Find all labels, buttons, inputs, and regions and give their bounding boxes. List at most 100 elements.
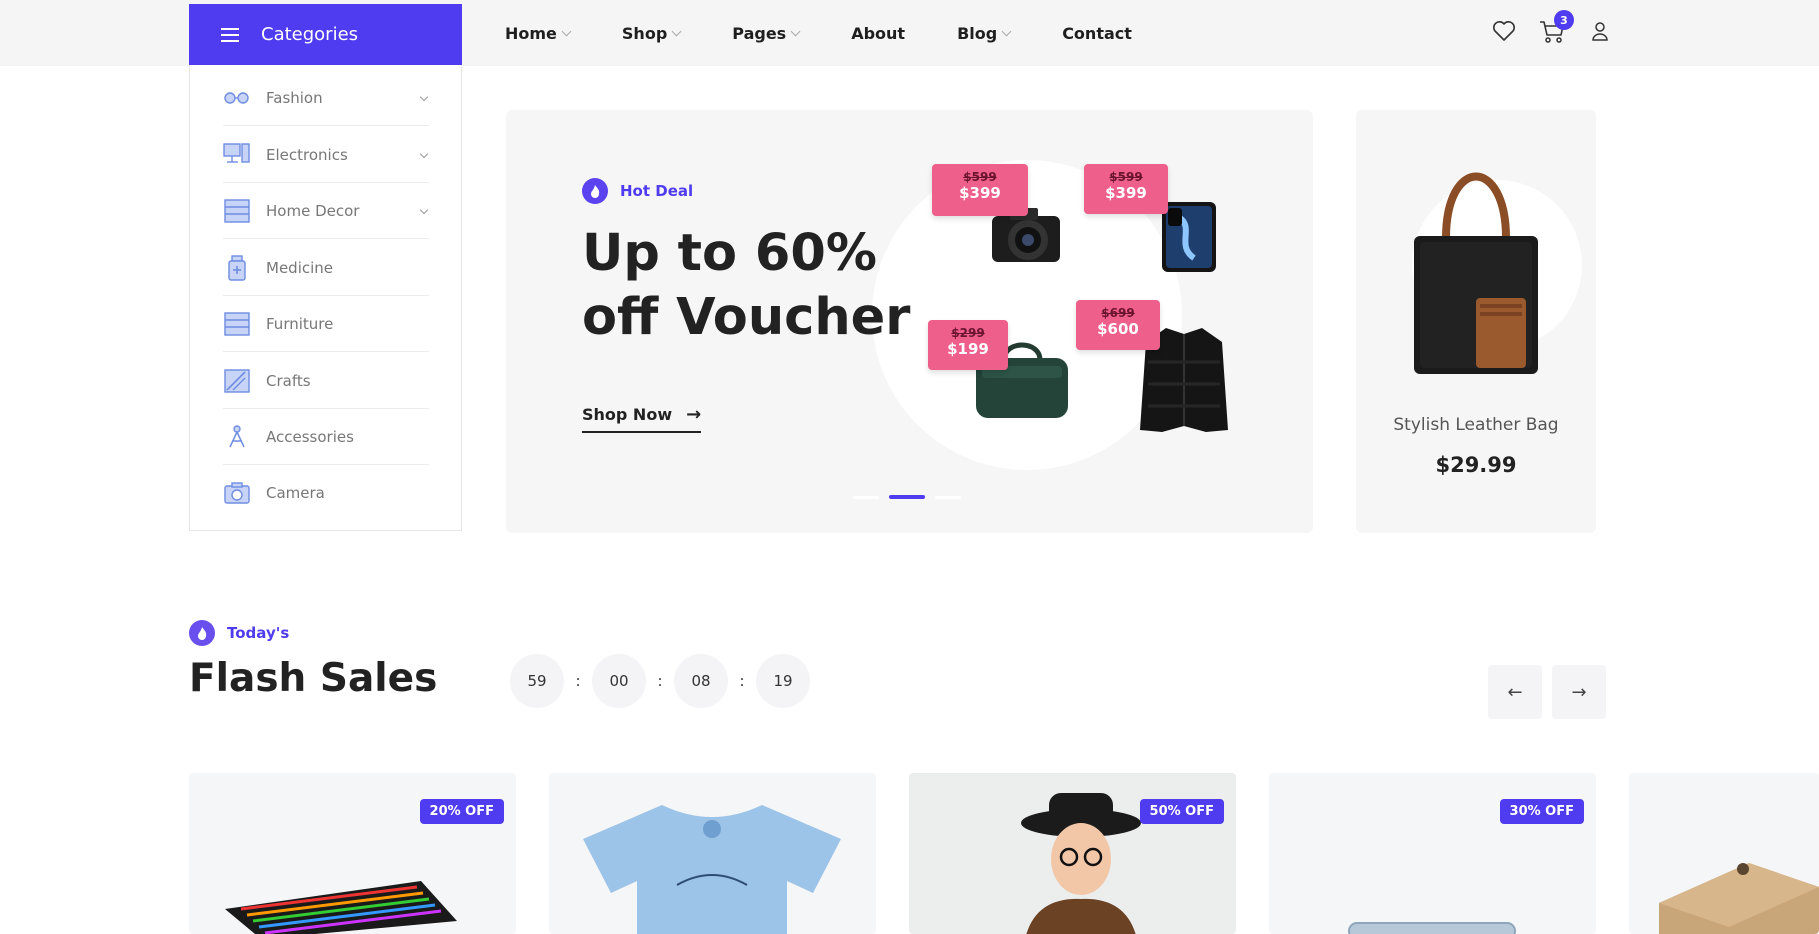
sidebar-item-fashion[interactable]: Fashion [223, 70, 429, 126]
chevron-down-icon [561, 26, 572, 36]
medicine-icon [223, 254, 251, 281]
header-icons: 3 [1470, 10, 1614, 48]
nav-about-label: About [851, 23, 906, 43]
nav-contact[interactable]: Contact [1062, 24, 1132, 43]
sidebar-item-home-decor[interactable]: Home Decor [223, 183, 429, 239]
nav-home-label: Home [505, 23, 557, 43]
discount-badge: 30% OFF [1499, 799, 1584, 824]
chevron-down-icon[interactable] [419, 205, 429, 215]
timer-separator: : [575, 672, 581, 690]
next-button[interactable]: → [1552, 665, 1606, 719]
sidebar-item-label: Crafts [266, 371, 311, 390]
top-nav-bar: Categories Home Shop Pages About Blog Co… [0, 0, 1819, 66]
sidebar-item-label: Accessories [266, 427, 354, 446]
main-nav: Home Shop Pages About Blog Contact [505, 0, 1184, 66]
sidebar-item-medicine[interactable]: Medicine [223, 240, 429, 296]
hot-deal-label: Hot Deal [620, 182, 694, 200]
nav-about[interactable]: About [851, 24, 905, 43]
nav-home[interactable]: Home [505, 23, 572, 43]
sidebar-item-label: Fashion [266, 88, 323, 107]
hot-deal-tag: Hot Deal [582, 178, 693, 204]
product-card[interactable]: 50% OFF [909, 773, 1236, 934]
wooden-stool-product-image[interactable] [1659, 857, 1819, 934]
timer-days: 59 [510, 654, 564, 708]
hamburger-icon [221, 27, 239, 42]
product-name[interactable]: Stylish Leather Bag [1356, 415, 1596, 435]
categories-button[interactable]: Categories [189, 4, 462, 65]
bracelet-product-image[interactable] [1347, 919, 1517, 934]
slider-dot[interactable] [935, 495, 961, 499]
cabinet-icon [223, 311, 251, 337]
nav-pages[interactable]: Pages [732, 23, 801, 43]
sidebar-item-electronics[interactable]: Electronics [223, 127, 429, 183]
countdown-timer: 59 : 00 : 08 : 19 [510, 654, 810, 708]
timer-separator: : [739, 672, 745, 690]
product-card[interactable] [549, 773, 876, 934]
flame-icon [582, 178, 608, 204]
nav-blog-label: Blog [957, 23, 998, 43]
computer-icon [223, 142, 251, 168]
leather-bag-product-image[interactable] [1406, 156, 1546, 380]
timer-seconds: 19 [756, 654, 810, 708]
woman-hat-product-image[interactable] [1015, 789, 1145, 934]
tshirt-product-image[interactable] [577, 801, 847, 934]
chevron-down-icon [790, 26, 801, 36]
nav-contact-label: Contact [1062, 23, 1132, 43]
nav-shop[interactable]: Shop [621, 23, 682, 43]
cart-count-badge: 3 [1554, 10, 1574, 30]
sidebar-item-label: Electronics [266, 145, 348, 164]
sidebar-item-furniture[interactable]: Furniture [223, 296, 429, 352]
old-price: $299 [951, 326, 985, 340]
timer-hours: 00 [592, 654, 646, 708]
carousel-controls: ← → [1478, 665, 1606, 719]
new-price: $399 [959, 184, 1001, 202]
camera-icon [223, 480, 251, 506]
wishlist-button[interactable] [1490, 14, 1518, 48]
account-button[interactable] [1586, 14, 1614, 48]
sidebar-item-crafts[interactable]: Crafts [223, 353, 429, 409]
heart-icon [1493, 21, 1515, 41]
product-price: $29.99 [1435, 453, 1517, 477]
flash-sales-title: Flash Sales [189, 656, 438, 701]
prev-button[interactable]: ← [1488, 665, 1542, 719]
new-price: $199 [947, 340, 989, 358]
nav-shop-label: Shop [621, 23, 668, 43]
old-price: $699 [1101, 306, 1135, 320]
accessories-icon [223, 424, 251, 450]
shop-now-button[interactable]: Shop Now → [582, 404, 702, 433]
arrow-right-icon: → [686, 404, 702, 425]
price-tag-phone: $599 $399 [1084, 164, 1168, 214]
product-card[interactable]: 30% OFF [1269, 773, 1596, 934]
sidebar-item-accessories[interactable]: Accessories [223, 409, 429, 465]
timer-minutes: 08 [674, 654, 728, 708]
arrow-left-icon: ← [1507, 681, 1523, 703]
sidebar-item-label: Camera [266, 484, 325, 502]
price-tag-handbag: $299 $199 [928, 320, 1008, 370]
discount-badge: 50% OFF [1139, 799, 1224, 824]
sidebar-item-camera[interactable]: Camera [223, 465, 429, 521]
chevron-down-icon [1001, 26, 1012, 36]
todays-label: Today's [227, 624, 290, 642]
product-card[interactable]: 20% OFF [189, 773, 516, 934]
crafts-icon [223, 368, 251, 394]
featured-product-card[interactable]: Stylish Leather Bag $29.99 [1356, 110, 1596, 533]
slider-dot-active[interactable] [889, 495, 925, 499]
user-icon [1592, 22, 1608, 41]
chevron-down-icon[interactable] [419, 92, 429, 102]
drawer-icon [223, 198, 251, 224]
chevron-down-icon[interactable] [419, 149, 429, 159]
nav-blog[interactable]: Blog [957, 23, 1012, 43]
categories-label: Categories [261, 24, 359, 45]
nav-pages-label: Pages [732, 23, 787, 43]
timer-separator: : [657, 672, 663, 690]
slider-dots [853, 495, 971, 499]
discount-badge: 20% OFF [419, 799, 504, 824]
cart-button[interactable]: 3 [1538, 10, 1574, 48]
slider-dot[interactable] [853, 495, 879, 499]
new-price: $600 [1097, 320, 1139, 338]
new-price: $399 [1105, 184, 1147, 202]
shop-now-label: Shop Now [582, 405, 673, 424]
product-card[interactable] [1629, 773, 1819, 934]
keyboard-product-image[interactable] [221, 869, 461, 934]
old-price: $599 [1109, 170, 1143, 184]
